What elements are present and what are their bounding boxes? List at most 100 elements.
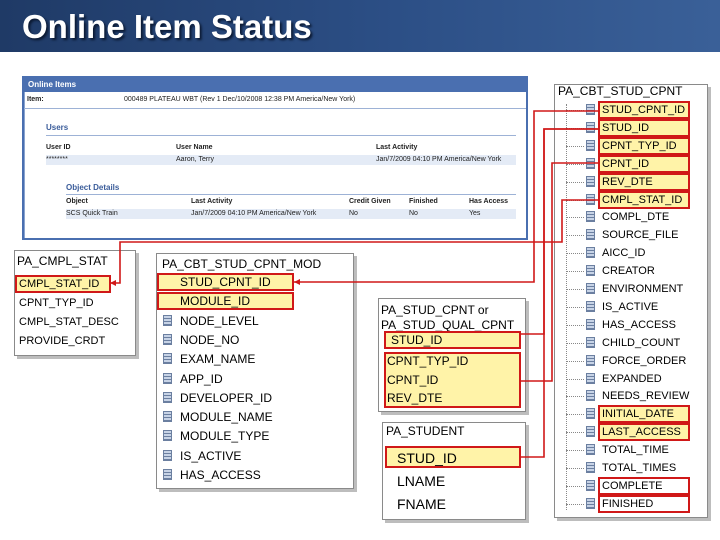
objects-section-title: Object Details bbox=[66, 183, 120, 192]
field-icon bbox=[586, 139, 595, 151]
table-title-pa-cbt-stud-cpnt-mod: PA_CBT_STUD_CPNT_MOD bbox=[162, 257, 322, 271]
field-needs-review: NEEDS_REVIEW bbox=[602, 390, 690, 403]
field-module-id: MODULE_ID bbox=[180, 294, 251, 309]
field-app-id: APP_ID bbox=[180, 371, 223, 386]
field-icon bbox=[163, 449, 172, 461]
object-finished-value: No bbox=[409, 210, 418, 217]
user-name-value: Aaron, Terry bbox=[176, 156, 214, 163]
field-exam-name: EXAM_NAME bbox=[180, 352, 256, 367]
tree-branch bbox=[566, 324, 584, 326]
field-icon bbox=[586, 283, 595, 294]
field-icon bbox=[586, 318, 595, 330]
user-activity-value: Jan/7/2009 04:10 PM America/New York bbox=[376, 156, 502, 163]
field-cpnt-typ-id: CPNT_TYP_ID bbox=[387, 354, 469, 368]
field-icon bbox=[586, 175, 595, 187]
title-bar: Online Item Status bbox=[0, 0, 720, 52]
tree-branch bbox=[566, 468, 584, 469]
field-icon bbox=[586, 354, 595, 366]
field-icon bbox=[586, 497, 595, 509]
tree-branch bbox=[566, 432, 584, 434]
field-cmpl-stat-desc: CMPL_STAT_DESC bbox=[19, 316, 119, 328]
field-icon bbox=[586, 426, 595, 438]
field-icon bbox=[163, 353, 172, 365]
field-cpnt-id: CPNT_ID bbox=[602, 157, 650, 170]
field-aicc-id: AICC_ID bbox=[602, 247, 646, 260]
item-value: 000489 PLATEAU WBT (Rev 1 Dec/10/2008 12… bbox=[124, 96, 356, 103]
user-id-value: ******** bbox=[46, 156, 68, 163]
table-title-pa-cmpl-stat: PA_CMPL_STAT bbox=[17, 254, 108, 268]
object-col-activity: Last Activity bbox=[191, 198, 233, 205]
field-force-order: FORCE_ORDER bbox=[602, 354, 687, 367]
field-cmpl-stat-id: CMPL_STAT_ID bbox=[602, 193, 683, 206]
object-activity-value: Jan/7/2009 04:10 PM America/New York bbox=[191, 210, 317, 217]
field-icon bbox=[586, 104, 595, 115]
field-last-access: LAST_ACCESS bbox=[602, 426, 681, 439]
users-section-title: Users bbox=[46, 123, 69, 132]
tree-branch bbox=[566, 217, 584, 219]
field-icon bbox=[586, 408, 595, 420]
user-col-name: User Name bbox=[176, 144, 213, 151]
field-icon bbox=[586, 211, 595, 223]
field-icon bbox=[586, 157, 595, 169]
table-title-pa-student: PA_STUDENT bbox=[386, 424, 465, 438]
tree-branch bbox=[566, 450, 584, 452]
field-provide-crdt: PROVIDE_CRDT bbox=[19, 335, 106, 347]
tree-branch bbox=[566, 271, 584, 273]
field-icon bbox=[586, 372, 595, 384]
field-icon bbox=[163, 469, 172, 480]
field-icon bbox=[586, 121, 595, 133]
field-child-count: CHILD_COUNT bbox=[602, 336, 681, 349]
user-col-activity: Last Activity bbox=[376, 144, 418, 151]
tree-branch bbox=[566, 360, 584, 362]
page-title: Online Item Status bbox=[22, 8, 312, 45]
field-icon bbox=[163, 333, 172, 345]
field-icon bbox=[163, 391, 172, 403]
tree-branch bbox=[566, 235, 584, 237]
tree-branch bbox=[566, 414, 584, 416]
field-total-times: TOTAL_TIMES bbox=[602, 462, 677, 474]
tree-branch bbox=[566, 342, 584, 344]
field-icon bbox=[163, 411, 172, 423]
field-finished: FINISHED bbox=[602, 497, 654, 510]
field-icon bbox=[163, 314, 172, 326]
field-rev-dte: REV_DTE bbox=[387, 391, 443, 405]
field-cpnt-id: CPNT_ID bbox=[387, 373, 439, 387]
field-icon bbox=[163, 372, 172, 384]
object-access-value: Yes bbox=[469, 210, 481, 217]
field-icon bbox=[586, 390, 595, 402]
field-icon bbox=[586, 444, 595, 456]
field-stud-id: STUD_ID bbox=[397, 450, 457, 466]
field-cmpl-stat-id: CMPL_STAT_ID bbox=[19, 278, 100, 290]
object-col-credit: Credit Given bbox=[349, 198, 391, 205]
item-label: Item: bbox=[27, 96, 44, 103]
tree-branch bbox=[566, 289, 584, 290]
field-lname: LNAME bbox=[397, 473, 446, 489]
field-expanded: EXPANDED bbox=[602, 372, 662, 385]
field-icon bbox=[586, 462, 595, 473]
field-module-type: MODULE_TYPE bbox=[180, 429, 270, 444]
tree-branch bbox=[566, 306, 584, 308]
field-has-access: HAS_ACCESS bbox=[602, 318, 676, 331]
table-title-pa-cbt-stud-cpnt: PA_CBT_STUD_CPNT bbox=[558, 84, 683, 98]
field-has-access: HAS_ACCESS bbox=[180, 468, 261, 482]
tree-branch bbox=[566, 127, 584, 129]
divider bbox=[46, 135, 516, 136]
field-stud-id: STUD_ID bbox=[391, 333, 443, 347]
field-stud-cpnt-id: STUD_CPNT_ID bbox=[180, 275, 271, 289]
tree-branch bbox=[566, 110, 584, 111]
online-items-screenshot: Online Items Item: 000489 PLATEAU WBT (R… bbox=[22, 76, 528, 240]
field-icon bbox=[586, 336, 595, 348]
field-rev-dte: REV_DTE bbox=[602, 175, 653, 188]
field-cpnt-typ-id: CPNT_TYP_ID bbox=[19, 297, 94, 309]
online-items-header: Online Items bbox=[24, 78, 526, 92]
field-stud-id: STUD_ID bbox=[602, 121, 650, 134]
field-developer-id: DEVELOPER_ID bbox=[180, 390, 273, 405]
field-environment: ENVIRONMENT bbox=[602, 283, 684, 295]
table-title-pa-stud-cpnt-line2: PA_STUD_QUAL_CPNT bbox=[381, 318, 515, 332]
field-is-active: IS_ACTIVE bbox=[602, 300, 659, 313]
field-source-file: SOURCE_FILE bbox=[602, 229, 679, 242]
tree-branch bbox=[566, 253, 584, 255]
field-icon bbox=[586, 300, 595, 312]
tree-branch bbox=[566, 181, 584, 183]
field-icon bbox=[586, 193, 595, 205]
